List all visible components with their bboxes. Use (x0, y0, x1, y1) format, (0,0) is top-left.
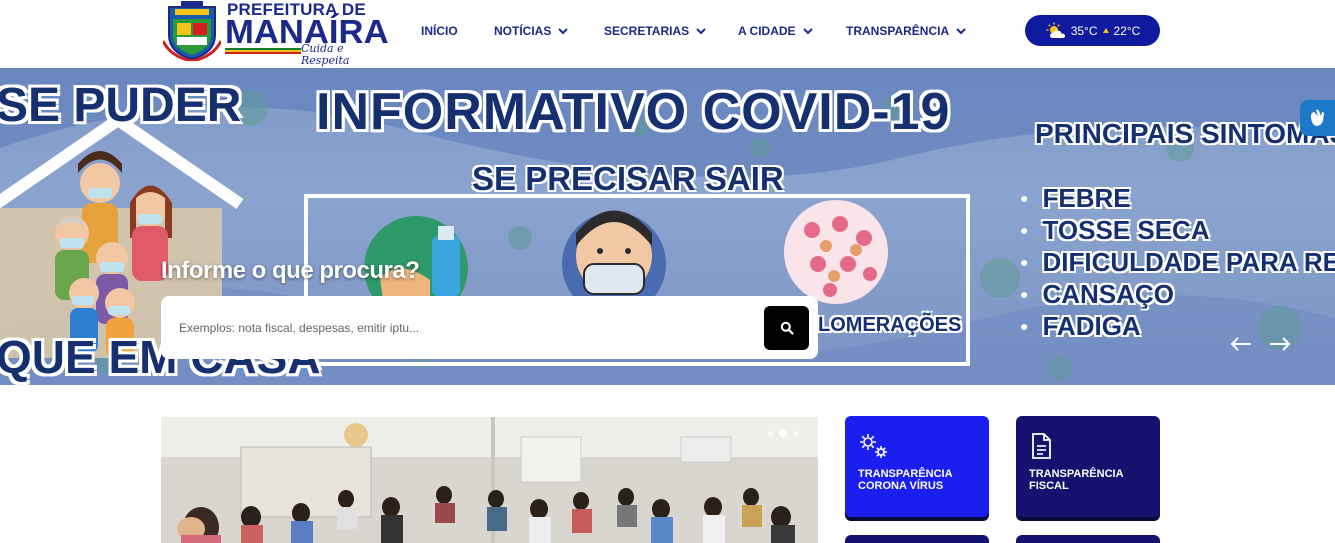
card-label: TRANSPARÊNCIA FISCAL (1029, 468, 1124, 492)
chevron-down-icon (956, 28, 966, 35)
temp-max: 35°C (1070, 23, 1098, 38)
search-button[interactable] (764, 306, 809, 350)
banner-agl-text: LOMERAÇÕES (818, 314, 962, 336)
temp-min: 22°C (1113, 23, 1141, 38)
search-heading: Informe o que procura? (161, 257, 420, 284)
nav-item-inicio[interactable]: INÍCIO (421, 24, 458, 38)
accessibility-button[interactable] (1300, 100, 1335, 136)
prefeitura-logo[interactable]: PREFEITURA DE MANAÍRA Cuida e Respeita (161, 0, 389, 67)
card-label: TRANSPARÊNCIA CORONA VÍRUS (858, 468, 953, 492)
symptom-item: FEBRE (1020, 182, 1335, 214)
city-crest-icon (163, 1, 221, 61)
sign-language-icon (1310, 109, 1324, 126)
document-icon (1032, 433, 1051, 459)
search-box (161, 296, 818, 359)
banner-left-text: SE PUDER (0, 79, 242, 132)
carousel-dot-active[interactable] (779, 429, 787, 437)
news-carousel[interactable] (161, 417, 818, 543)
arrow-right-icon[interactable] (1268, 336, 1292, 352)
news-photo (161, 417, 818, 543)
card-next-row[interactable] (845, 535, 989, 543)
symptom-item: TOSSE SECA (1020, 214, 1335, 246)
nav-label: TRANSPARÊNCIA (846, 24, 950, 38)
chevron-down-icon (558, 28, 569, 35)
sun-cloud-icon (1046, 22, 1065, 38)
search-icon (780, 321, 794, 335)
symptoms-title: PRINCIPAIS SINTOMAS (1035, 118, 1335, 149)
logo-stripes (225, 48, 301, 54)
card-transparencia-corona[interactable]: TRANSPARÊNCIA CORONA VÍRUS (845, 416, 989, 517)
nav-label: INÍCIO (421, 24, 458, 38)
banner-subtitle: SE PRECISAR SAIR (472, 160, 784, 197)
carousel-dot[interactable] (793, 430, 798, 436)
site-header: PREFEITURA DE MANAÍRA Cuida e Respeita I… (0, 0, 1335, 68)
symptom-item: DIFICULDADE PARA RESPIRAR (1020, 246, 1335, 278)
card-transparencia-fiscal[interactable]: TRANSPARÊNCIA FISCAL (1016, 416, 1160, 517)
symptom-item: CANSAÇO (1020, 278, 1335, 310)
arrow-left-icon[interactable] (1229, 336, 1253, 352)
nav-item-a-cidade[interactable]: A CIDADE (738, 24, 814, 38)
weather-widget: 35°C 22°C (1025, 15, 1160, 46)
logo-tagline: Cuida e Respeita (301, 42, 350, 67)
nav-item-transparencia[interactable]: TRANSPARÊNCIA (846, 24, 967, 38)
chevron-down-icon (696, 28, 706, 35)
carousel-indicators (768, 429, 798, 437)
arrow-up-icon (1102, 27, 1109, 33)
nav-item-secretarias[interactable]: SECRETARIAS (604, 24, 707, 38)
chevron-down-icon (802, 28, 813, 35)
card-next-row[interactable] (1016, 535, 1160, 543)
symptoms-list: FEBRE TOSSE SECA DIFICULDADE PARA RESPIR… (1020, 182, 1335, 342)
gears-icon (860, 434, 887, 458)
nav-label: SECRETARIAS (604, 24, 690, 38)
search-input[interactable] (161, 296, 756, 359)
nav-item-noticias[interactable]: NOTÍCIAS (494, 24, 569, 38)
carousel-dot[interactable] (768, 430, 773, 436)
nav-label: A CIDADE (738, 24, 796, 38)
banner-title: INFORMATIVO COVID-19 (316, 83, 951, 141)
nav-label: NOTÍCIAS (494, 24, 552, 38)
covid-banner[interactable]: SE PUDER INFORMATIVO COVID-19 SE PRECISA… (0, 68, 1335, 385)
